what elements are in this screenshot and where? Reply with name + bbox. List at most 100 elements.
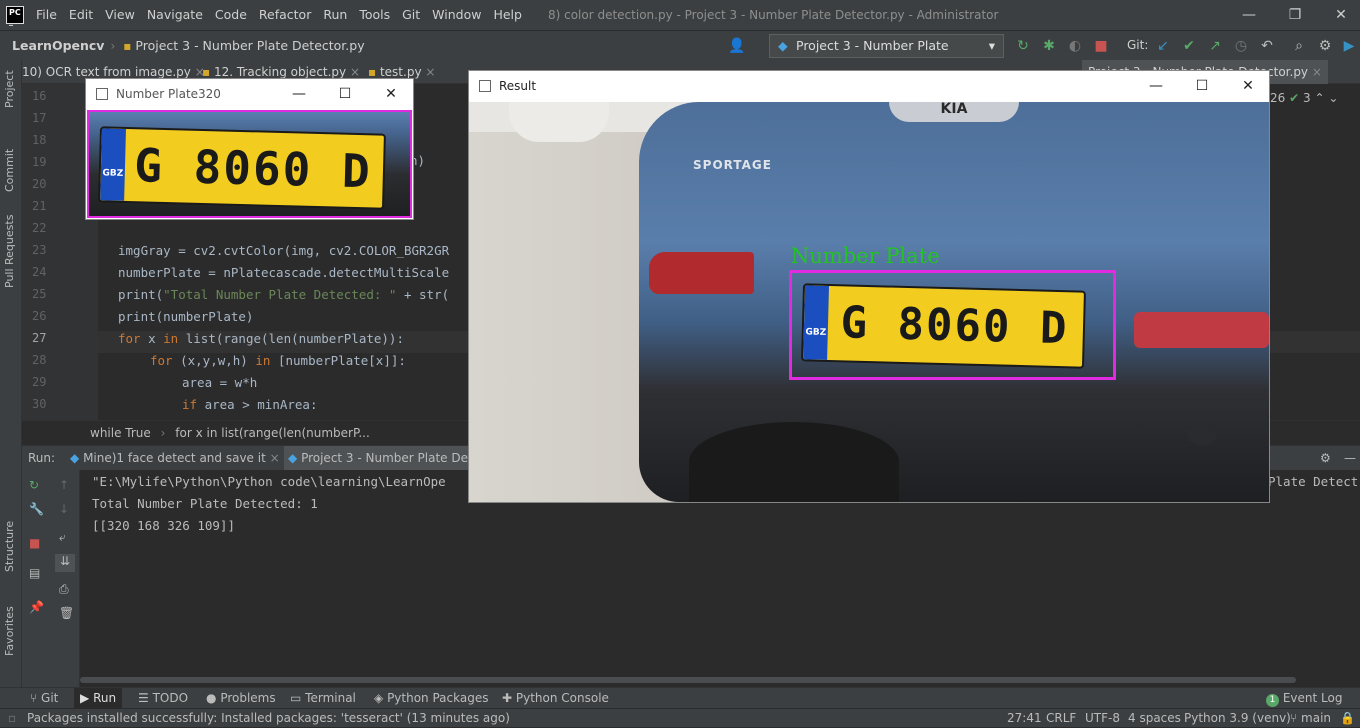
- coverage-icon[interactable]: ◐: [1066, 37, 1084, 55]
- commit-tool-tab[interactable]: Commit: [3, 149, 16, 192]
- console-line: "E:\Mylife\Python\Python code\learning\L…: [92, 474, 446, 489]
- run-tab-number-plate[interactable]: ◆ Project 3 - Number Plate Detec: [284, 446, 470, 471]
- file-encoding[interactable]: UTF-8: [1085, 709, 1120, 728]
- menu-window[interactable]: Window: [426, 0, 487, 30]
- minimize-icon[interactable]: —: [276, 79, 322, 109]
- tool-todo[interactable]: ☰ TODO: [138, 688, 188, 709]
- plate-crop-titlebar[interactable]: Number Plate320 — ☐ ✕: [86, 79, 413, 109]
- arrow-down-icon[interactable]: ↓: [59, 502, 69, 516]
- wrench-icon[interactable]: 🔧: [29, 502, 44, 516]
- tool-python-console[interactable]: ✚ Python Console: [502, 688, 609, 709]
- git-commit-icon[interactable]: ✔: [1180, 37, 1198, 55]
- tool-terminal[interactable]: ▭ Terminal: [290, 688, 356, 709]
- rollback-icon[interactable]: ↶: [1258, 37, 1276, 55]
- pull-requests-tool-tab[interactable]: Pull Requests: [3, 215, 16, 288]
- maximize-icon[interactable]: ☐: [1179, 71, 1225, 101]
- maximize-icon[interactable]: ☐: [322, 79, 368, 109]
- minimize-panel-icon[interactable]: —: [1344, 446, 1356, 471]
- menu-edit[interactable]: Edit: [63, 0, 99, 30]
- git-update-icon[interactable]: ↙: [1154, 37, 1172, 55]
- tab-close-icon[interactable]: ×: [270, 451, 280, 465]
- favorites-tool-tab[interactable]: Favorites: [3, 606, 16, 656]
- arrow-up-icon[interactable]: ↑: [59, 478, 69, 492]
- jetbrains-icon[interactable]: ▶: [1340, 37, 1358, 55]
- structure-tool-label: Structure: [3, 520, 16, 572]
- close-icon[interactable]: ✕: [368, 79, 414, 109]
- rerun-icon[interactable]: ↻: [1014, 37, 1032, 55]
- lock-icon[interactable]: 🔒: [1340, 709, 1355, 728]
- code-token: (x,y,w,h): [172, 353, 256, 368]
- settings-icon[interactable]: ⚙: [1316, 37, 1334, 55]
- tool-python-console-label: Python Console: [515, 691, 609, 705]
- chevron-down-icon[interactable]: ⌄: [1328, 91, 1338, 105]
- minimize-icon[interactable]: —: [1226, 0, 1272, 30]
- layout-icon[interactable]: ▤: [29, 566, 40, 580]
- git-push-icon[interactable]: ↗: [1206, 37, 1224, 55]
- run-configuration-select[interactable]: ◆ Project 3 - Number Plate Detector ▾: [769, 34, 1004, 75]
- project-tool-tab[interactable]: Project: [3, 70, 16, 108]
- user-icon[interactable]: 👤: [728, 37, 746, 55]
- close-icon[interactable]: ✕: [1225, 71, 1271, 101]
- scroll-to-end-icon[interactable]: ⇊: [55, 554, 75, 572]
- pin-icon[interactable]: 📌: [29, 600, 44, 614]
- console-toolbar: ↑ ↓ ⤶ ⇊ ⎙ 🗑: [50, 470, 80, 687]
- python-interpreter[interactable]: Python 3.9 (venv): [1184, 709, 1291, 728]
- inspection-widget[interactable]: 26 ✔ 3 ⌃ ⌄: [1270, 91, 1338, 105]
- breadcrumb-while[interactable]: while True: [22, 426, 151, 440]
- result-titlebar[interactable]: Result — ☐ ✕: [469, 71, 1269, 101]
- breadcrumb-for[interactable]: for x in list(range(len(numberP...: [175, 426, 370, 440]
- tool-python-packages[interactable]: ◈ Python Packages: [374, 688, 488, 709]
- line-number: 26: [32, 309, 47, 323]
- debug-icon[interactable]: ✱: [1040, 37, 1058, 55]
- structure-tool-tab[interactable]: Structure: [3, 521, 16, 572]
- plate-crop-window[interactable]: Number Plate320 — ☐ ✕ GBZ G 8060 D: [85, 78, 414, 220]
- tab-close-icon[interactable]: ×: [350, 65, 360, 79]
- tool-problems[interactable]: ● Problems: [206, 688, 276, 709]
- soft-wrap-icon[interactable]: ⤶: [59, 530, 66, 545]
- print-icon[interactable]: ⎙: [59, 582, 69, 597]
- run-tab-face-detect[interactable]: ◆ Mine)1 face detect and save it ×: [70, 446, 282, 471]
- code-token: + str(: [396, 287, 450, 302]
- menu-git[interactable]: Git: [396, 0, 426, 30]
- tab-close-icon[interactable]: ×: [1312, 65, 1322, 79]
- python-icon: ◆: [288, 451, 298, 465]
- indent-setting[interactable]: 4 spaces: [1128, 709, 1181, 728]
- result-window[interactable]: Result — ☐ ✕ KIA SPORTAGE GBZ G 8060 D N…: [468, 70, 1270, 503]
- cursor-position[interactable]: 27:41: [1007, 709, 1042, 728]
- minimize-icon[interactable]: —: [1133, 71, 1179, 101]
- status-message[interactable]: Packages installed successfully: Install…: [27, 709, 510, 728]
- git-branch[interactable]: ⑂ main: [1290, 709, 1331, 728]
- menu-navigate[interactable]: Navigate: [141, 0, 209, 30]
- menu-help[interactable]: Help: [487, 0, 528, 30]
- menu-tools[interactable]: Tools: [353, 0, 396, 30]
- breadcrumb-project[interactable]: LearnOpencv: [0, 38, 104, 53]
- menu-refactor[interactable]: Refactor: [253, 0, 317, 30]
- tool-event-log[interactable]: 1 Event Log: [1266, 688, 1342, 709]
- horizontal-scrollbar[interactable]: [80, 677, 1296, 683]
- tool-run[interactable]: ▶ Run: [74, 688, 123, 709]
- stop-icon[interactable]: ■: [1092, 37, 1110, 55]
- trash-icon[interactable]: 🗑: [59, 606, 74, 620]
- line-separator[interactable]: CRLF: [1046, 709, 1076, 728]
- tool-git[interactable]: ⑂ Git: [30, 688, 58, 709]
- menu-file[interactable]: File: [30, 0, 63, 30]
- search-icon[interactable]: ⌕: [1290, 37, 1308, 55]
- restore-icon[interactable]: ❐: [1272, 0, 1318, 30]
- tool-python-packages-label: Python Packages: [387, 691, 489, 705]
- settings-icon[interactable]: ⚙: [1320, 446, 1331, 471]
- tool-event-log-label: Event Log: [1282, 691, 1343, 705]
- tab-close-icon[interactable]: ×: [425, 65, 435, 79]
- rerun-icon[interactable]: ↻: [29, 478, 39, 492]
- menu-view[interactable]: View: [99, 0, 141, 30]
- chevron-up-icon[interactable]: ⌃: [1314, 91, 1324, 105]
- history-icon[interactable]: ◷: [1232, 37, 1250, 55]
- console-line-overflow: Plate Detect: [1268, 474, 1359, 489]
- stop-icon[interactable]: ■: [29, 536, 40, 550]
- close-icon[interactable]: ✕: [1318, 0, 1360, 30]
- code-token: for: [118, 331, 141, 346]
- breadcrumb-file[interactable]: Project 3 - Number Plate Detector.py: [131, 38, 364, 53]
- status-toggle-icon[interactable]: ▫: [8, 709, 16, 728]
- menu-run[interactable]: Run: [317, 0, 353, 30]
- line-number-current: 27: [32, 331, 47, 345]
- menu-code[interactable]: Code: [209, 0, 253, 30]
